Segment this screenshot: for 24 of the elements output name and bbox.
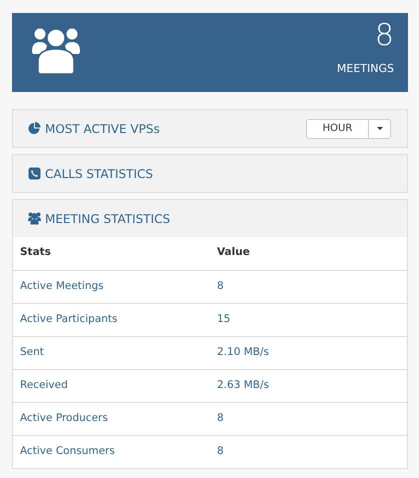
pie-chart-icon <box>28 122 41 135</box>
panel-title[interactable]: CALLS STATISTICS <box>45 164 154 182</box>
meeting-count: 8 <box>374 21 394 51</box>
meeting-count-label: MEETINGS <box>336 61 394 77</box>
stat-name: Active Consumers <box>20 444 115 457</box>
stat-name: Active Participants <box>20 312 118 325</box>
column-header: Value <box>217 246 250 258</box>
stat-name: Active Meetings <box>20 280 104 292</box>
stat-value: 8 <box>217 280 224 292</box>
panel-title[interactable]: MEETING STATISTICS <box>45 210 170 228</box>
panel-title[interactable]: MOST ACTIVE VPSs <box>45 120 160 138</box>
phone-icon <box>28 167 41 180</box>
stat-value: 15 <box>217 312 230 325</box>
stat-name: Sent <box>20 346 44 358</box>
stat-value: 2.10 MB/s <box>217 346 269 358</box>
column-header: Stats <box>20 246 51 258</box>
users-icon <box>30 27 82 75</box>
stat-value: 2.63 MB/s <box>217 378 269 391</box>
stat-value: 8 <box>217 412 224 424</box>
users-icon <box>28 212 41 225</box>
stat-name: Received <box>20 378 68 391</box>
stat-name: Active Producers <box>20 412 108 424</box>
stat-value: 8 <box>217 444 224 457</box>
caret-icon <box>376 127 382 130</box>
